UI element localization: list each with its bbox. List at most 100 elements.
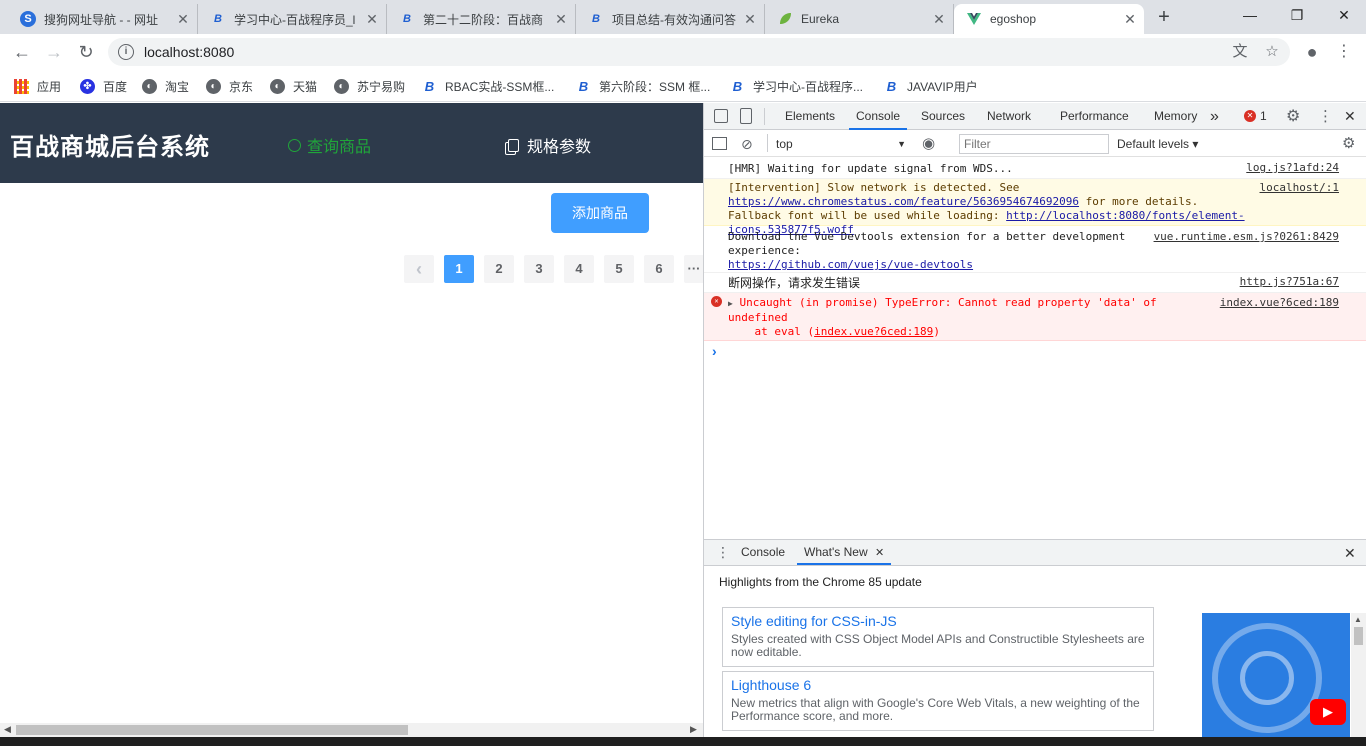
pagination-more-button[interactable]: ··· [684, 255, 703, 283]
scroll-left-arrow-icon[interactable]: ◀ [4, 724, 11, 735]
bookmark-item[interactable]: ◐ 淘宝 [142, 76, 189, 96]
pagination-page-4[interactable]: 4 [564, 255, 594, 283]
message-link[interactable]: http://localh [1006, 209, 1092, 222]
close-icon[interactable]: ✕ [1122, 11, 1138, 28]
bookmark-item[interactable]: ◐ 天猫 [270, 76, 317, 96]
sogou-icon: S [20, 11, 36, 27]
device-toolbar-icon[interactable] [740, 108, 752, 124]
browser-tab[interactable]: B 学习中心-百战程序员_l ✕ [198, 4, 387, 34]
youtube-play-icon[interactable]: ▶ [1310, 699, 1346, 725]
devtools-tab-sources[interactable]: Sources [921, 103, 965, 130]
scrollbar-thumb[interactable] [1354, 627, 1363, 645]
error-count-badge[interactable]: 1 [1260, 103, 1267, 130]
devtools-tab-memory[interactable]: Memory [1154, 103, 1197, 130]
browser-tab[interactable]: B 第二十二阶段：百战商 ✕ [387, 4, 576, 34]
address-bar[interactable]: i localhost:8080 [108, 38, 1290, 66]
add-product-button[interactable]: 添加商品 [551, 193, 649, 233]
window-close-icon[interactable]: ✕ [1324, 4, 1364, 28]
message-link[interactable]: index.vue?6ced:189 [814, 325, 933, 338]
bjsxt-icon: B [578, 78, 589, 94]
pagination-prev-button[interactable]: ‹ [404, 255, 434, 283]
bookmark-item[interactable]: ✤ 百度 [80, 76, 127, 96]
vertical-scrollbar[interactable]: ▲ [1351, 613, 1366, 746]
drawer-menu-kebab-icon[interactable]: ⋮ [716, 544, 730, 561]
new-tab-button[interactable]: + [1152, 6, 1176, 30]
devtools-close-icon[interactable]: ✕ [1344, 103, 1356, 130]
minimize-icon[interactable]: — [1230, 4, 1270, 28]
bookmark-item[interactable]: B 学习中心-百战程序... [730, 76, 863, 96]
bookmark-star-icon[interactable]: ☆ [1262, 42, 1282, 62]
console-log-message: [HMR] Waiting for update signal from WDS… [704, 159, 1366, 179]
close-icon[interactable]: ✕ [364, 11, 380, 28]
message-source-link[interactable]: vue.runtime.esm.js?0261:8429 [1154, 230, 1339, 244]
scroll-up-arrow-icon[interactable]: ▲ [1354, 615, 1362, 624]
pagination-page-2[interactable]: 2 [484, 255, 514, 283]
drawer-tab-whats-new[interactable]: What's New ✕ [797, 540, 892, 565]
message-source-link[interactable]: index.vue?6ced:189 [1220, 296, 1339, 310]
console-warning-message: [Intervention] Slow network is detected.… [704, 179, 1366, 236]
bookmark-item[interactable]: ◐ 京东 [206, 76, 253, 96]
forward-arrow-icon[interactable]: → [42, 40, 66, 64]
menu-kebab-icon[interactable]: ⋮ [1334, 42, 1354, 62]
message-link[interactable]: https://www.chromestatus.com/featu [728, 195, 953, 208]
live-expression-eye-icon[interactable]: ◉ [922, 135, 935, 153]
whats-new-card[interactable]: Style editing for CSS-in-JS Styles creat… [722, 607, 1154, 667]
bookmark-apps[interactable]: 应用 [14, 76, 61, 96]
clear-console-icon[interactable]: ⊘ [741, 135, 753, 153]
browser-tab-active[interactable]: egoshop ✕ [954, 4, 1144, 34]
message-link[interactable]: re/5636954674692096 [953, 195, 1079, 208]
message-source-link[interactable]: localhost/:1 [1260, 181, 1339, 195]
message-link[interactable]: https://github.com/vuejs/vue-devtools [728, 258, 973, 271]
profile-avatar-icon[interactable]: ● [1302, 42, 1322, 62]
devtools-tab-console[interactable]: Console [849, 103, 908, 130]
settings-gear-icon[interactable]: ⚙ [1286, 103, 1300, 130]
restore-icon[interactable]: ❐ [1277, 4, 1317, 28]
back-arrow-icon[interactable]: ← [10, 40, 34, 64]
bookmark-label: 学习中心-百战程序... [753, 79, 863, 94]
scroll-right-arrow-icon[interactable]: ▶ [690, 724, 697, 735]
reload-icon[interactable]: ↻ [74, 40, 98, 64]
expand-triangle-icon[interactable]: ▶ [728, 299, 733, 308]
close-icon[interactable]: ✕ [931, 11, 947, 28]
bookmark-item[interactable]: B 第六阶段：SSM 框... [576, 76, 711, 96]
menu-item-query-products[interactable]: 查询商品 [288, 133, 371, 157]
close-icon[interactable]: ✕ [875, 547, 884, 559]
sidebar-toggle-icon[interactable] [712, 137, 727, 150]
menu-item-spec-params[interactable]: 规格参数 [508, 133, 591, 157]
context-selector[interactable]: top ▼ [776, 135, 906, 153]
devtools-tab-elements[interactable]: Elements [785, 103, 835, 130]
message-text: Uncaught (in promise) TypeError: Cannot … [739, 296, 1157, 309]
pagination-page-3[interactable]: 3 [524, 255, 554, 283]
bookmark-item[interactable]: ◐ 苏宁易购 [334, 76, 405, 96]
site-info-icon[interactable]: i [118, 44, 134, 60]
close-icon[interactable]: ✕ [742, 11, 758, 28]
pagination-page-5[interactable]: 5 [604, 255, 634, 283]
console-settings-gear-icon[interactable]: ⚙ [1342, 135, 1355, 153]
devtools-menu-kebab-icon[interactable]: ⋮ [1318, 103, 1333, 130]
bookmark-item[interactable]: B RBAC实战-SSM框... [422, 76, 555, 96]
close-icon[interactable]: ✕ [553, 11, 569, 28]
message-source-link[interactable]: http.js?751a:67 [1240, 275, 1339, 289]
browser-tab[interactable]: Eureka ✕ [765, 4, 954, 34]
scrollbar-thumb[interactable] [16, 725, 408, 735]
log-levels-dropdown[interactable]: Default levels ▾ [1117, 135, 1198, 153]
devtools-tab-network[interactable]: Network [987, 103, 1031, 130]
whats-new-card[interactable]: Lighthouse 6 New metrics that align with… [722, 671, 1154, 731]
bookmark-item[interactable]: B JAVAVIP用户 [884, 76, 978, 96]
console-filter-input[interactable] [959, 134, 1109, 154]
inspect-element-icon[interactable] [714, 109, 728, 123]
message-source-link[interactable]: log.js?1afd:24 [1246, 161, 1339, 175]
more-tabs-chevron-icon[interactable]: » [1210, 103, 1219, 130]
devtools-tab-performance[interactable]: Performance [1060, 103, 1129, 130]
drawer-close-icon[interactable]: ✕ [1344, 545, 1356, 562]
translate-icon[interactable]: 文 [1230, 42, 1250, 62]
drawer-tab-console[interactable]: Console [741, 540, 785, 565]
pagination-page-6[interactable]: 6 [644, 255, 674, 283]
browser-tab[interactable]: B 项目总结-有效沟通问答 ✕ [576, 4, 765, 34]
close-icon[interactable]: ✕ [175, 11, 191, 28]
browser-tab[interactable]: S 搜狗网址导航 - - 网址 ✕ [8, 4, 198, 34]
horizontal-scrollbar[interactable]: ◀ ▶ [0, 723, 703, 737]
chrome-update-video-thumbnail[interactable]: ▶ [1202, 613, 1350, 746]
pagination-page-1[interactable]: 1 [444, 255, 474, 283]
console-prompt[interactable]: › [712, 343, 717, 359]
